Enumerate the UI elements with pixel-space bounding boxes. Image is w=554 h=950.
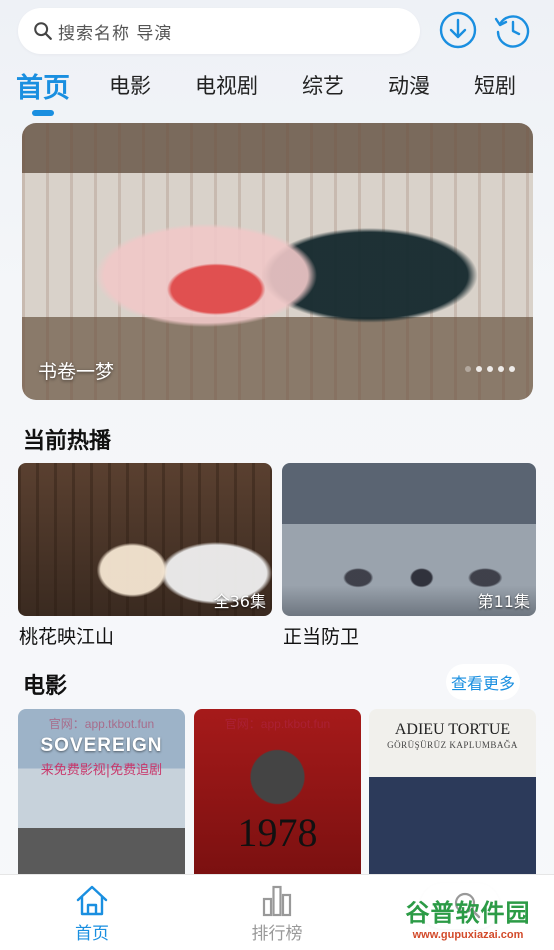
poster-title: ADIEU TORTUE (394, 721, 511, 738)
site-watermark: 谷普软件园 www.gupuxiazai.com (382, 898, 554, 950)
tab-tv-series[interactable]: 电视剧 (195, 70, 258, 100)
tab-movies[interactable]: 电影 (109, 70, 151, 100)
poster-watermark: 官网：app.tkbot.fun (224, 717, 331, 731)
poster-title: 1978 (237, 810, 318, 855)
poster-title: SOVEREIGN (40, 735, 163, 756)
tab-home[interactable]: 首页 (16, 66, 70, 105)
watermark-brand: 谷普软件园 (405, 899, 531, 927)
featured-banner[interactable]: 书卷一梦 (22, 123, 533, 400)
nav-label: 首页 (75, 924, 109, 944)
hot-title-1[interactable]: 桃花映江山 (19, 622, 114, 649)
nav-home[interactable]: 首页 (52, 883, 132, 944)
section-title-hot: 当前热播 (23, 429, 112, 454)
nav-ranking[interactable]: 排行榜 (237, 883, 317, 944)
category-tabs: 首页 电影 电视剧 综艺 动漫 短剧 (0, 66, 554, 118)
poster-subtitle: 来免费影视|免费追剧 (40, 763, 163, 778)
active-tab-indicator (32, 110, 54, 116)
carousel-indicator (465, 366, 515, 372)
bar-chart-icon (262, 885, 292, 917)
poster-subtitle: GÖRÜŞÜRÜZ KAPLUMBAĞA (387, 740, 518, 750)
carousel-dot[interactable] (487, 366, 493, 372)
carousel-dot[interactable] (465, 366, 471, 372)
home-icon (76, 885, 108, 916)
history-icon[interactable] (492, 10, 532, 50)
watermark-url: www.gupuxiazai.com (412, 929, 524, 941)
movie-poster-1[interactable]: 官网：app.tkbot.fun SOVEREIGN 来免费影视|免费追剧 (18, 709, 185, 879)
poster-watermark: 官网：app.tkbot.fun (48, 717, 155, 731)
hot-card-2[interactable]: 第11集 (282, 463, 536, 616)
movie-poster-3[interactable]: ADIEU TORTUE GÖRÜŞÜRÜZ KAPLUMBAĞA (369, 709, 536, 879)
search-input[interactable]: 搜索名称 导演 (18, 8, 420, 54)
hot-title-2[interactable]: 正当防卫 (283, 622, 359, 649)
episode-badge: 全36集 (213, 592, 266, 611)
search-icon (34, 22, 52, 40)
episode-badge: 第11集 (477, 592, 530, 611)
download-icon[interactable] (438, 10, 478, 50)
see-more-button[interactable]: 查看更多 (446, 664, 520, 700)
top-bar: 搜索名称 导演 (0, 0, 554, 62)
hot-card-1[interactable]: 全36集 (18, 463, 272, 616)
carousel-dot[interactable] (509, 366, 515, 372)
banner-title: 书卷一梦 (38, 361, 115, 383)
nav-label: 排行榜 (251, 924, 303, 944)
carousel-dot[interactable] (498, 366, 504, 372)
movie-poster-2[interactable]: 官网：app.tkbot.fun 1978 (194, 709, 361, 879)
tab-short-drama[interactable]: 短剧 (474, 70, 516, 100)
tab-anime[interactable]: 动漫 (388, 70, 430, 100)
tab-variety[interactable]: 综艺 (302, 70, 344, 100)
section-title-movies: 电影 (23, 674, 68, 699)
carousel-dot[interactable] (476, 366, 482, 372)
search-placeholder: 搜索名称 导演 (58, 23, 173, 44)
